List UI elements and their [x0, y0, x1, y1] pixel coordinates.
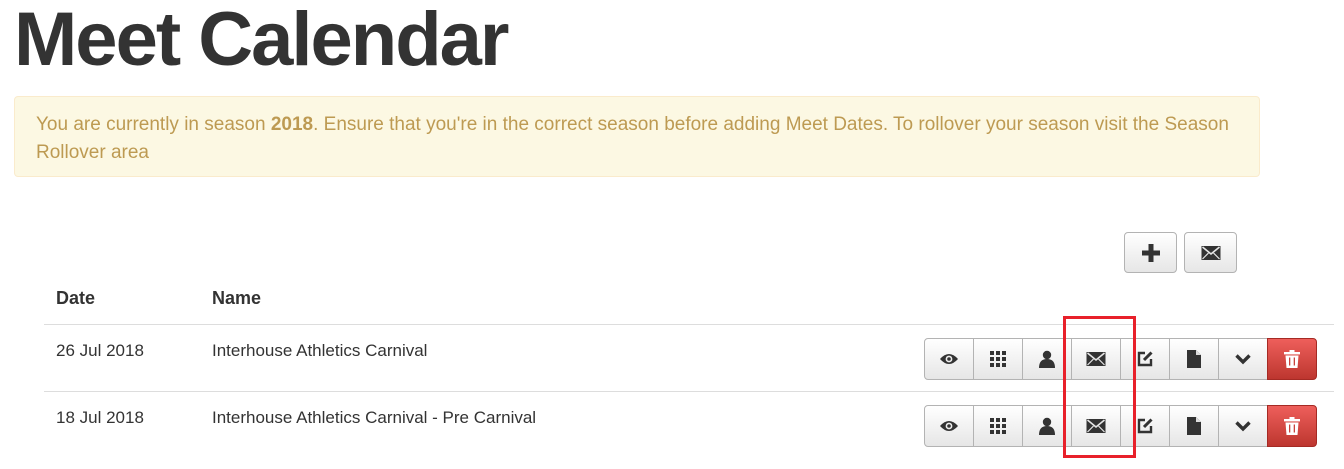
plus-icon: [1141, 243, 1161, 263]
user-button[interactable]: [1022, 405, 1072, 447]
email-button[interactable]: [1071, 405, 1121, 447]
add-meet-button[interactable]: [1124, 232, 1177, 273]
user-icon: [1039, 417, 1055, 435]
view-button[interactable]: [924, 338, 974, 380]
edit-button[interactable]: [1120, 338, 1170, 380]
more-actions-button[interactable]: [1218, 338, 1268, 380]
file-icon: [1187, 417, 1201, 435]
season-alert: You are currently in season 2018. Ensure…: [14, 96, 1260, 177]
grid-button[interactable]: [973, 405, 1023, 447]
alert-season: 2018: [270, 114, 314, 135]
view-button[interactable]: [924, 405, 974, 447]
edit-icon: [1136, 350, 1154, 368]
table-row: 18 Jul 2018 Interhouse Athletics Carniva…: [44, 392, 1334, 459]
row-date: 26 Jul 2018: [56, 341, 144, 360]
column-header-date[interactable]: Date: [56, 288, 95, 309]
edit-icon: [1136, 417, 1154, 435]
row-action-group: [924, 405, 1317, 447]
page-title: Meet Calendar: [14, 0, 509, 82]
user-button[interactable]: [1022, 338, 1072, 380]
row-action-group: [924, 338, 1317, 380]
alert-prefix: You are currently in season: [36, 114, 271, 135]
row-name: Interhouse Athletics Carnival: [212, 341, 428, 360]
grid-icon: [990, 351, 1006, 367]
eye-icon: [939, 419, 959, 433]
delete-button[interactable]: [1267, 338, 1317, 380]
document-button[interactable]: [1169, 338, 1219, 380]
more-actions-button[interactable]: [1218, 405, 1268, 447]
chevron-down-icon: [1235, 353, 1251, 365]
envelope-icon: [1086, 418, 1106, 434]
eye-icon: [939, 352, 959, 366]
email-all-button[interactable]: [1184, 232, 1237, 273]
table-toolbar: [1124, 232, 1237, 273]
user-icon: [1039, 350, 1055, 368]
document-button[interactable]: [1169, 405, 1219, 447]
table-row: 26 Jul 2018 Interhouse Athletics Carniva…: [44, 325, 1334, 392]
envelope-icon: [1201, 245, 1221, 261]
row-date: 18 Jul 2018: [56, 408, 144, 427]
trash-icon: [1284, 417, 1300, 435]
chevron-down-icon: [1235, 420, 1251, 432]
grid-button[interactable]: [973, 338, 1023, 380]
grid-icon: [990, 418, 1006, 434]
trash-icon: [1284, 350, 1300, 368]
delete-button[interactable]: [1267, 405, 1317, 447]
file-icon: [1187, 350, 1201, 368]
column-header-name[interactable]: Name: [212, 288, 261, 309]
email-button[interactable]: [1071, 338, 1121, 380]
envelope-icon: [1086, 351, 1106, 367]
row-name: Interhouse Athletics Carnival - Pre Carn…: [212, 408, 537, 427]
edit-button[interactable]: [1120, 405, 1170, 447]
